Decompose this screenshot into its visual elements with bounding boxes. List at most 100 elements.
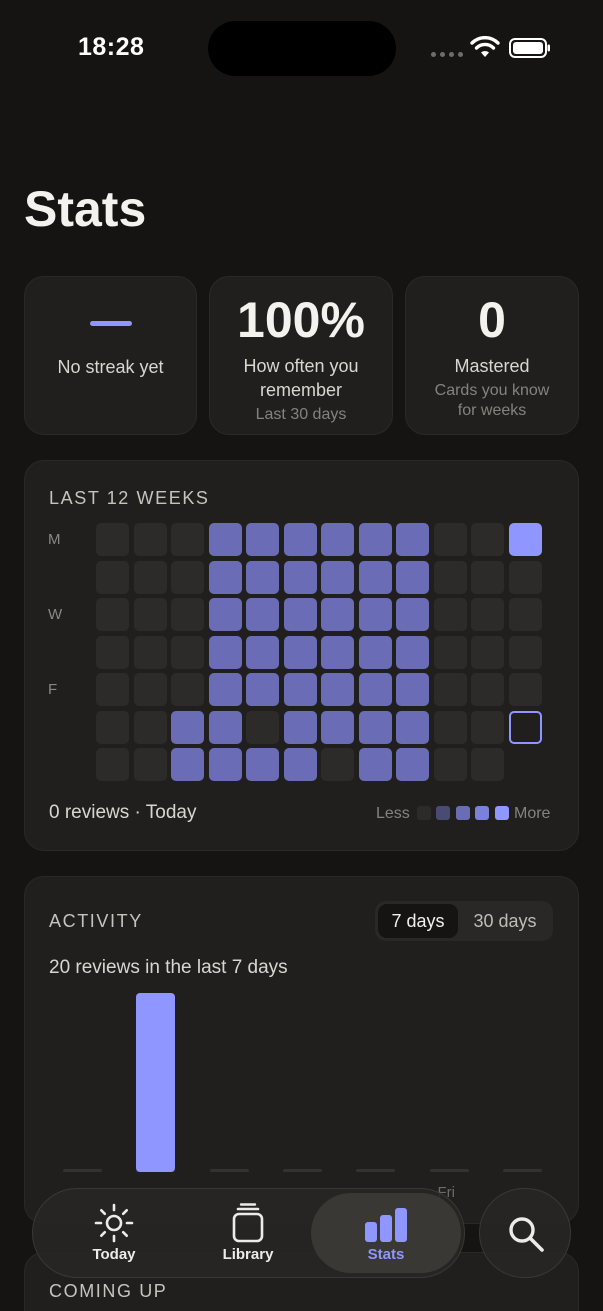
heatmap-cell xyxy=(283,635,317,669)
heatmap-cell xyxy=(133,560,167,594)
heatmap-cell xyxy=(283,523,317,556)
heatmap-cell xyxy=(246,710,279,744)
heatmap-cell xyxy=(208,635,242,669)
heatmap-cell xyxy=(133,710,167,744)
coming-up-title: COMING UP xyxy=(49,1281,168,1301)
heatmap-cell xyxy=(246,748,279,781)
heatmap-cell xyxy=(96,635,129,669)
heatmap-cell xyxy=(96,673,129,706)
tab-stats-label: Stats xyxy=(367,1246,405,1263)
bar-baseline xyxy=(502,1169,542,1172)
retention-label-line1: How often you xyxy=(243,356,359,376)
heatmap-cell xyxy=(246,523,279,556)
heatmap-cell xyxy=(321,710,354,744)
heatmap-cell xyxy=(508,673,542,706)
search-icon xyxy=(509,1217,544,1252)
retention-label-line2: remember xyxy=(259,380,343,400)
search-button[interactable] xyxy=(479,1188,571,1278)
status-bar: 18:28 xyxy=(0,0,603,100)
heatmap-cell xyxy=(208,673,242,706)
toggle-30-days[interactable]: 30 days xyxy=(460,904,550,938)
mastered-sub-line2: for weeks xyxy=(457,402,527,419)
heatmap-cell xyxy=(208,560,242,594)
bar-baseline xyxy=(429,1169,469,1172)
tab-today-label: Today xyxy=(92,1246,136,1263)
legend-more: More xyxy=(514,805,551,822)
heatmap-cell xyxy=(283,598,317,631)
heatmap-cell xyxy=(171,710,204,744)
toggle-7-days[interactable]: 7 days xyxy=(378,904,458,938)
heatmap-cell xyxy=(433,710,467,744)
stack-icon xyxy=(232,1203,264,1243)
heatmap-cell xyxy=(358,673,392,706)
heatmap-cell xyxy=(246,598,279,631)
bar-baseline xyxy=(282,1169,322,1172)
heatmap-cell xyxy=(96,710,129,744)
activity-title: ACTIVITY xyxy=(49,911,143,931)
heatmap-cell xyxy=(433,598,467,631)
dynamic-island xyxy=(208,21,396,76)
bar-baseline xyxy=(209,1169,249,1172)
heatmap-cell xyxy=(396,523,429,556)
heatmap-cell xyxy=(171,748,204,781)
tab-library[interactable]: Library xyxy=(181,1189,315,1277)
tab-today[interactable]: Today xyxy=(47,1189,181,1277)
heatmap-cell xyxy=(208,523,242,556)
battery-icon xyxy=(509,38,550,58)
heatmap-cell xyxy=(433,748,467,781)
bar-chart-icon xyxy=(365,1208,407,1242)
streak-dash xyxy=(90,321,132,326)
heatmap-cell xyxy=(471,710,504,744)
activity-bar xyxy=(136,993,176,1172)
heatmap-cell xyxy=(171,523,204,556)
activity-summary: 20 reviews in the last 7 days xyxy=(49,957,288,978)
mastered-label: Mastered xyxy=(454,356,530,376)
heatmap-cell xyxy=(396,748,429,781)
heatmap-cell xyxy=(133,635,167,669)
heatmap-cell xyxy=(358,748,392,781)
heatmap-cell xyxy=(508,523,542,556)
heatmap-cell xyxy=(358,523,392,556)
streak-card: No streak yet xyxy=(24,276,197,435)
heatmap-cell xyxy=(396,560,429,594)
heatmap-cell xyxy=(433,560,467,594)
heatmap-cell xyxy=(471,635,504,669)
mastered-value: 0 xyxy=(478,292,506,348)
heatmap-cell xyxy=(396,598,429,631)
range-toggle: 7 days 30 days xyxy=(375,901,553,941)
heatmap-title: LAST 12 WEEKS xyxy=(49,488,210,508)
legend-swatch-4 xyxy=(495,806,509,820)
heatmap-cell xyxy=(433,673,467,706)
page-title: Stats xyxy=(24,181,147,237)
sun-icon xyxy=(94,1203,134,1243)
heatmap-cell xyxy=(433,523,467,556)
heatmap-cell xyxy=(171,560,204,594)
heatmap-cell xyxy=(96,560,129,594)
legend-swatch-1 xyxy=(436,806,450,820)
heatmap-cell xyxy=(321,635,354,669)
heatmap-cell xyxy=(208,710,242,744)
wifi-icon xyxy=(470,36,500,57)
heatmap-cell xyxy=(133,598,167,631)
legend-swatch-0 xyxy=(417,806,431,820)
heatmap-cell xyxy=(471,673,504,706)
heatmap-cell xyxy=(321,560,354,594)
heatmap-cell xyxy=(433,635,467,669)
legend-less: Less xyxy=(376,805,410,822)
heatmap-cell xyxy=(471,598,504,631)
retention-sub: Last 30 days xyxy=(255,406,347,423)
heatmap-cell xyxy=(358,560,392,594)
heatmap-cell xyxy=(471,560,504,594)
legend-swatch-3 xyxy=(475,806,489,820)
heatmap-cell xyxy=(358,635,392,669)
legend-swatch-2 xyxy=(456,806,470,820)
status-time: 18:28 xyxy=(78,33,145,61)
mastered-card: 0 Mastered Cards you know for weeks xyxy=(405,276,579,435)
heatmap-cell xyxy=(396,635,429,669)
heatmap-cell xyxy=(321,598,354,631)
mastered-sub-line1: Cards you know xyxy=(434,382,550,399)
heatmap-cell xyxy=(283,560,317,594)
heatmap-cell xyxy=(171,673,204,706)
tab-stats[interactable]: Stats xyxy=(311,1193,461,1273)
heatmap-cell xyxy=(358,598,392,631)
